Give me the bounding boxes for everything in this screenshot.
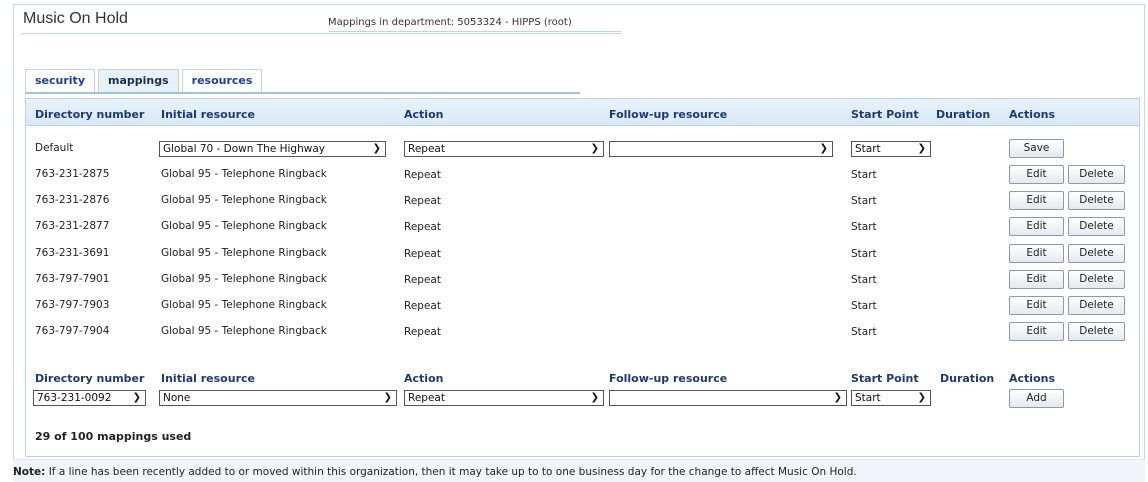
add-initial-value: None	[163, 392, 191, 404]
row-action: Repeat	[404, 221, 441, 233]
row-action: Repeat	[404, 300, 441, 312]
row-initial-resource: Global 95 - Telephone Ringback	[161, 247, 327, 259]
default-start-value: Start	[855, 143, 881, 155]
chevron-down-icon: ❯	[383, 392, 392, 403]
mappings-usage: 29 of 100 mappings used	[35, 430, 192, 443]
row-start-point: Start	[851, 326, 877, 338]
default-initial-select[interactable]: Global 70 - Down The Highway ❯	[159, 141, 386, 157]
row-directory: 763-231-2875	[35, 168, 110, 180]
title-divider	[21, 33, 621, 34]
row-action: Repeat	[404, 274, 441, 286]
chevron-down-icon: ❯	[590, 392, 599, 403]
add-start-value: Start	[855, 392, 881, 404]
chevron-down-icon: ❯	[819, 143, 828, 154]
note-label: Note:	[13, 466, 46, 478]
tab-underline	[25, 92, 580, 94]
note-text: If a line has been recently added to or …	[48, 466, 857, 478]
add-button[interactable]: Add	[1009, 389, 1064, 408]
add-followup-select[interactable]: ❯	[609, 390, 847, 406]
default-initial-value: Global 70 - Down The Highway	[163, 143, 325, 155]
col-initial-resource: Initial resource	[161, 108, 255, 121]
add-directory-value: 763-231-0092	[37, 392, 112, 404]
row-start-point: Start	[851, 300, 877, 312]
default-start-select[interactable]: Start ❯	[851, 141, 931, 157]
edit-button[interactable]: Edit	[1009, 191, 1064, 210]
row-directory: 763-231-2876	[35, 194, 110, 206]
row-start-point: Start	[851, 221, 877, 233]
row-initial-resource: Global 95 - Telephone Ringback	[161, 220, 327, 232]
add-action-value: Repeat	[408, 392, 445, 404]
save-button[interactable]: Save	[1009, 139, 1064, 158]
default-directory: Default	[35, 142, 74, 154]
note: Note: If a line has been recently added …	[13, 466, 857, 478]
add-action-select[interactable]: Repeat ❯	[404, 390, 604, 406]
col-duration: Duration	[936, 108, 991, 121]
row-start-point: Start	[851, 195, 877, 207]
tab-mappings[interactable]: mappings	[97, 69, 179, 92]
default-action-select[interactable]: Repeat ❯	[404, 141, 604, 157]
row-directory: 763-797-7901	[35, 273, 110, 285]
add-col-start-point: Start Point	[851, 372, 919, 385]
tab-resources[interactable]: resources	[181, 69, 263, 92]
col-follow-up-resource: Follow-up resource	[609, 108, 728, 121]
row-action: Repeat	[404, 169, 441, 181]
col-actions: Actions	[1009, 108, 1055, 121]
col-start-point: Start Point	[851, 108, 919, 121]
edit-button[interactable]: Edit	[1009, 322, 1064, 341]
edit-button[interactable]: Edit	[1009, 217, 1064, 236]
chevron-down-icon: ❯	[132, 392, 141, 403]
col-directory-number: Directory number	[35, 108, 145, 121]
default-action-value: Repeat	[408, 143, 445, 155]
add-col-initial-resource: Initial resource	[161, 372, 255, 385]
edit-button[interactable]: Edit	[1009, 244, 1064, 263]
delete-button[interactable]: Delete	[1068, 322, 1125, 341]
edit-button[interactable]: Edit	[1009, 270, 1064, 289]
delete-button[interactable]: Delete	[1068, 165, 1125, 184]
row-action: Repeat	[404, 195, 441, 207]
add-start-select[interactable]: Start ❯	[851, 390, 931, 406]
department-subtitle: Mappings in department: 5053324 - HIPPS …	[328, 17, 572, 28]
row-start-point: Start	[851, 169, 877, 181]
delete-button[interactable]: Delete	[1068, 244, 1125, 263]
row-initial-resource: Global 95 - Telephone Ringback	[161, 325, 327, 337]
row-start-point: Start	[851, 248, 877, 260]
row-directory: 763-231-2877	[35, 220, 110, 232]
row-directory: 763-231-3691	[35, 247, 110, 259]
row-start-point: Start	[851, 274, 877, 286]
chevron-down-icon: ❯	[917, 143, 926, 154]
delete-button[interactable]: Delete	[1068, 270, 1125, 289]
delete-button[interactable]: Delete	[1068, 217, 1125, 236]
add-col-directory-number: Directory number	[35, 372, 145, 385]
tab-security[interactable]: security	[25, 69, 95, 92]
edit-button[interactable]: Edit	[1009, 296, 1064, 315]
chevron-down-icon: ❯	[590, 143, 599, 154]
row-initial-resource: Global 95 - Telephone Ringback	[161, 168, 327, 180]
row-action: Repeat	[404, 326, 441, 338]
delete-button[interactable]: Delete	[1068, 191, 1125, 210]
add-directory-select[interactable]: 763-231-0092 ❯	[33, 390, 146, 406]
page-title: Music On Hold	[23, 10, 128, 27]
row-initial-resource: Global 95 - Telephone Ringback	[161, 194, 327, 206]
add-col-actions: Actions	[1009, 372, 1055, 385]
chevron-down-icon: ❯	[917, 392, 926, 403]
row-action: Repeat	[404, 248, 441, 260]
tab-bar: security mappings resources	[25, 69, 265, 92]
row-initial-resource: Global 95 - Telephone Ringback	[161, 273, 327, 285]
add-col-follow-up-resource: Follow-up resource	[609, 372, 728, 385]
subtitle-divider	[328, 31, 621, 32]
chevron-down-icon: ❯	[833, 392, 842, 403]
row-directory: 763-797-7904	[35, 325, 110, 337]
chevron-down-icon: ❯	[372, 143, 381, 154]
add-col-action: Action	[404, 372, 444, 385]
edit-button[interactable]: Edit	[1009, 165, 1064, 184]
add-initial-select[interactable]: None ❯	[159, 390, 397, 406]
col-action: Action	[404, 108, 444, 121]
row-initial-resource: Global 95 - Telephone Ringback	[161, 299, 327, 311]
add-col-duration: Duration	[940, 372, 995, 385]
row-directory: 763-797-7903	[35, 299, 110, 311]
default-followup-select[interactable]: ❯	[609, 141, 833, 157]
delete-button[interactable]: Delete	[1068, 296, 1125, 315]
